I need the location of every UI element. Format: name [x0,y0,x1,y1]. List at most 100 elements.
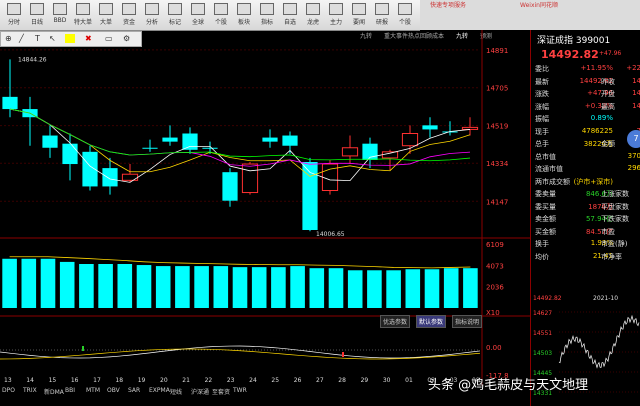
x-tick-label: 26 [294,377,302,384]
toolbar-icon [30,3,44,15]
bottom-tab-7[interactable]: EXPMA [149,387,170,394]
volume-bar [443,268,459,308]
toolbar-button-17[interactable]: 个股 [394,2,416,28]
candle-body [381,151,399,159]
y-tick-label: 14891 [486,47,508,55]
candle-body [142,147,158,149]
quote-row: 振幅 0.89% [535,114,640,125]
toolbar-button-13[interactable]: 龙虎 [302,2,324,28]
candle-body [401,133,419,147]
x-tick-label: 15 [49,377,57,384]
kline-chart[interactable]: 14891 14705 14519 14334 14147 14844.26 14006.6… [0,30,530,386]
bottom-tab-11[interactable]: TWR [233,387,247,394]
intraday-date-label: 2021-10 [593,295,618,302]
quote-row: 总手 38226万 金额 [535,139,640,150]
toolbar-button-2[interactable]: BBD [49,2,71,28]
toolbar-button-8[interactable]: 全球 [187,2,209,28]
toolbar-button-7[interactable]: 标记 [164,2,186,28]
x-tick-label: 16 [71,377,79,384]
bottom-tab-9[interactable]: 沪深通 [191,387,209,396]
toolbar-button-6[interactable]: 分析 [141,2,163,28]
index-change: +47.96 [599,50,622,57]
indicator-tab-1[interactable]: 默认参数 [416,315,447,328]
bottom-tab-5[interactable]: OBV [107,387,120,394]
candle-body [182,133,198,150]
toolbar-button-14[interactable]: 主力 [325,2,347,28]
toolbar-label: 个股 [214,19,227,26]
indicator-tab-2[interactable]: 指标说明 [452,315,483,328]
bottom-tab-10[interactable]: 至套资 [212,387,230,396]
quote-v2: 14 [632,76,640,85]
toolbar-label: 大单 [99,19,112,26]
toolbar-button-16[interactable]: 研报 [371,2,393,28]
candle-body [162,137,178,142]
toolbar-label: 全球 [191,19,204,26]
quote-row: 流通市值 296 [535,164,640,175]
indicator-tab-0[interactable]: 优选参数 [380,315,411,328]
quote-row: 涨幅 +0.33% 最高 14 [535,102,640,113]
quote-v2: 14 [632,89,640,97]
toolbar-label: 特大单 [73,19,92,26]
quote-k: 卖金额 [535,215,556,223]
quote-k: 两市成交额 [535,177,570,186]
x-tick-label: 21 [182,377,190,384]
toolbar-button-0[interactable]: 分时 [3,2,25,28]
bottom-tab-4[interactable]: MTM [86,387,100,394]
quote-k2: 最高 [601,102,615,111]
bottom-tab-0[interactable]: DPO [2,387,15,394]
quote-k2: 市盈(静) [601,240,628,248]
x-tick-label: 25 [271,377,279,384]
quote-k2: 平盘家数 [601,202,629,211]
ma-line-3 [9,108,471,183]
bottom-tab-1[interactable]: TRIX [23,387,37,394]
quote-row: 涨跌 +47.96 开盘 14 [535,89,640,100]
high-annotation: 14844.26 [18,56,47,63]
intraday-tick: 14551 [533,330,552,337]
toolbar-button-9[interactable]: 个股 [210,2,232,28]
bottom-tab-2[interactable]: 新DMA [44,387,64,396]
indicator-tick-label: 0.00 [486,344,502,352]
toolbar-button-10[interactable]: 板块 [233,2,255,28]
toolbar-icon [283,3,297,15]
volume-bar [175,266,190,308]
float-bubble[interactable]: 7 [627,130,640,148]
toolbar-button-11[interactable]: 指标 [256,2,278,28]
quote-row: 均价 21.41 市净率 [535,252,640,263]
toolbar-label: BBD [53,17,67,24]
bottom-tab-6[interactable]: SAR [128,387,140,394]
quote-k: 委比 [535,65,549,73]
x-tick-label: 17 [93,377,101,384]
top-right-bar: 快速专项服务 Weixin同花顺 [420,0,640,30]
toolbar-button-4[interactable]: 大单 [95,2,117,28]
toolbar-button-3[interactable]: 特大单 [72,2,94,28]
toolbar-label: 日线 [30,19,43,26]
candle-body [62,143,78,165]
quote-k: 委卖量 [535,190,556,198]
bottom-tab-8[interactable]: 短线 [170,387,182,396]
candle-body [102,168,118,187]
quote-k: 换手 [535,240,549,248]
quote-v: 0.89% [590,114,613,122]
topbar-link-2[interactable]: Weixin同花顺 [520,0,558,9]
toolbar-button-12[interactable]: 自选 [279,2,301,28]
topbar-link-1[interactable]: 快速专项服务 [430,0,466,9]
toolbar-icon [375,3,389,15]
quote-k: 涨跌 [535,90,549,98]
x-tick-label: 20 [160,377,168,384]
volume-tick-label: 6109 [486,241,504,249]
bottom-tab-3[interactable]: BBI [65,387,75,394]
toolbar-label: 自选 [283,19,296,26]
toolbar-label: 分时 [7,19,20,26]
quote-k2: 市盈 [601,227,615,236]
volume-tick-label: 4073 [486,262,504,270]
candle-body [202,147,218,149]
volume-bar [2,258,17,308]
toolbar-label: 龙虎 [306,19,319,26]
toolbar-button-15[interactable]: 要闻 [348,2,370,28]
quote-k: 委买量 [535,202,556,211]
toolbar-button-1[interactable]: 日线 [26,2,48,28]
intraday-price-label: 14492.82 [533,295,562,302]
volume-tick-label: 2036 [486,284,504,292]
toolbar-button-5[interactable]: 资金 [118,2,140,28]
quote-k: 流通市值 [535,165,563,173]
